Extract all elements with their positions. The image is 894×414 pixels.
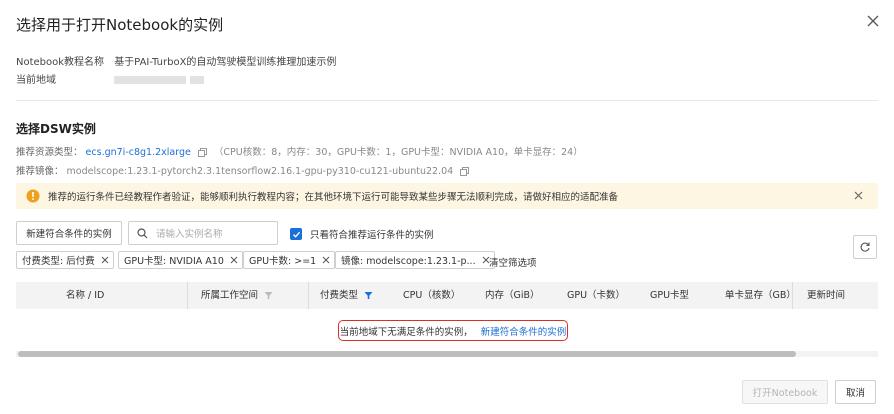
dialog-title: 选择用于打开Notebook的实例	[16, 16, 224, 34]
filter-tag-label: GPU卡数: >=1	[249, 256, 317, 267]
column-divider	[187, 282, 188, 309]
filter-icon[interactable]	[264, 291, 273, 300]
column-divider	[308, 282, 309, 309]
region-row: 当前地域	[16, 71, 205, 86]
refresh-icon	[860, 242, 870, 252]
column-header-updated: 更新时间	[807, 290, 846, 301]
clear-filters-link[interactable]: 清空筛选项	[489, 255, 537, 269]
column-header-gpu-memory: 单卡显存（GB）	[725, 290, 796, 301]
redacted-region-suffix	[190, 76, 205, 84]
filter-tag-label: GPU卡型: NVIDIA A10	[124, 256, 224, 267]
create-instance-link[interactable]: 新建符合条件的实例	[481, 324, 567, 338]
redacted-region	[114, 76, 187, 84]
filter-tag[interactable]: 镜像: modelscope:1.23.1-p...	[335, 251, 495, 269]
only-recommended-toggle[interactable]: 只看符合推荐运行条件的实例	[290, 227, 434, 241]
only-recommended-label: 只看符合推荐运行条件的实例	[310, 230, 434, 241]
table-header: 名称 / ID 所属工作空间 付费类型 CPU（核数） 内存（GiB） GPU（…	[16, 282, 878, 309]
notebook-name-label: Notebook教程名称	[16, 57, 105, 68]
column-header-billing: 付费类型	[320, 282, 373, 309]
recommended-image-row: 推荐镜像： modelscope:1.23.1-pytorch2.3.1tens…	[16, 163, 473, 177]
column-header-cpu: CPU（核数）	[403, 290, 461, 301]
region-label: 当前地域	[16, 75, 56, 86]
open-notebook-button[interactable]: 打开Notebook	[742, 380, 828, 404]
close-icon[interactable]	[853, 190, 864, 201]
checkbox-checked[interactable]	[290, 228, 302, 240]
column-header-gpu-type: GPU卡型	[650, 290, 690, 301]
notebook-name-row: Notebook教程名称 基于PAI-TurboX的自动驾驶模型训练推理加速示例	[16, 53, 336, 68]
close-icon[interactable]	[322, 256, 330, 264]
recommended-resource-row: 推荐资源类型： ecs.gn7i-c8g1.2xlarge （CPU核数：8，内…	[16, 144, 583, 158]
filter-tag[interactable]: 付费类型: 后付费	[16, 251, 114, 269]
recommended-resource-value[interactable]: ecs.gn7i-c8g1.2xlarge	[86, 147, 191, 158]
filter-tag-label: 付费类型: 后付费	[22, 256, 95, 267]
close-icon[interactable]	[101, 256, 109, 264]
horizontal-scrollbar[interactable]	[16, 351, 878, 357]
column-header-workspace: 所属工作空间	[201, 282, 273, 309]
recommended-image-value: modelscope:1.23.1-pytorch2.3.1tensorflow…	[66, 166, 454, 177]
check-icon	[292, 231, 300, 238]
column-header-gpu-count: GPU（卡数）	[567, 290, 626, 301]
copy-icon[interactable]	[197, 148, 207, 157]
select-instance-dialog: 选择用于打开Notebook的实例 Notebook教程名称 基于PAI-Tur…	[0, 0, 894, 414]
close-icon[interactable]	[230, 256, 238, 264]
cancel-button[interactable]: 取消	[835, 380, 876, 404]
divider	[16, 100, 878, 101]
close-icon[interactable]	[866, 14, 880, 28]
search-icon	[137, 227, 148, 238]
column-header-name: 名称 / ID	[66, 290, 105, 301]
search-placeholder: 请输入实例名称	[156, 229, 223, 240]
create-instance-button[interactable]: 新建符合条件的实例	[16, 221, 122, 245]
column-divider	[792, 282, 793, 309]
scrollbar-thumb[interactable]	[18, 351, 796, 357]
notebook-name-value: 基于PAI-TurboX的自动驾驶模型训练推理加速示例	[114, 57, 337, 68]
filter-tag[interactable]: GPU卡型: NVIDIA A10	[118, 251, 243, 269]
refresh-button[interactable]	[853, 235, 877, 259]
column-header-memory: 内存（GiB）	[485, 290, 540, 301]
search-input[interactable]: 请输入实例名称	[128, 221, 278, 245]
section-title: 选择DSW实例	[16, 122, 96, 136]
empty-state: 当前地域下无满足条件的实例， 新建符合条件的实例	[338, 320, 568, 341]
recommended-resource-specs: （CPU核数：8，内存：30，GPU卡数：1，GPU卡型：NVIDIA A10，…	[213, 147, 583, 158]
warning-icon	[26, 189, 40, 203]
filter-tag-label: 镜像: modelscope:1.23.1-p...	[341, 256, 476, 267]
empty-state-text: 当前地域下无满足条件的实例，	[339, 326, 473, 338]
warning-alert: 推荐的运行条件已经教程作者验证，能够顺利执行教程内容；在其他环境下运行可能导致某…	[16, 183, 878, 209]
recommended-image-label: 推荐镜像：	[16, 166, 64, 177]
recommended-resource-label: 推荐资源类型：	[16, 147, 83, 158]
copy-icon[interactable]	[460, 167, 470, 176]
warning-text: 推荐的运行条件已经教程作者验证，能够顺利执行教程内容；在其他环境下运行可能导致某…	[48, 192, 619, 203]
filter-tag[interactable]: GPU卡数: >=1	[243, 251, 336, 269]
filter-icon-active[interactable]	[364, 291, 373, 300]
